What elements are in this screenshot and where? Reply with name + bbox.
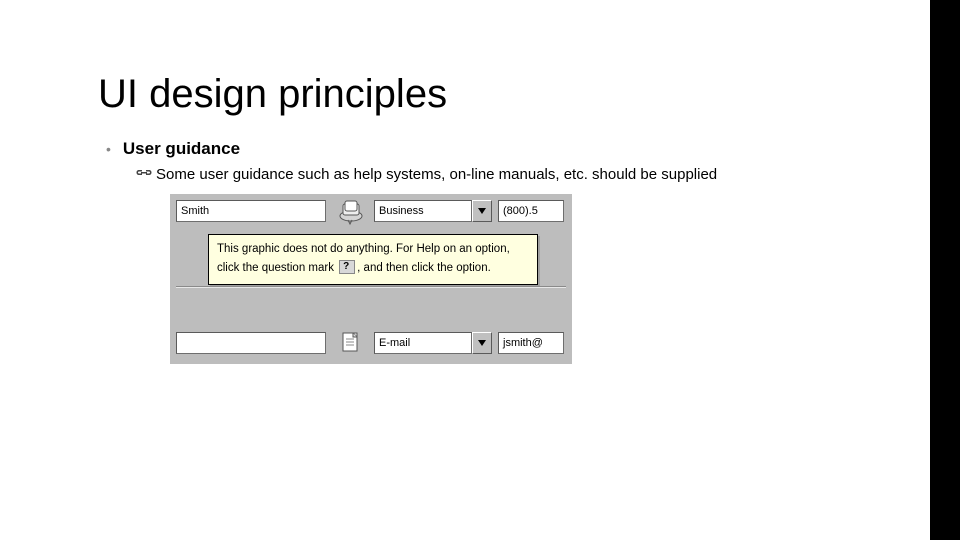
bullet-label: User guidance xyxy=(123,139,240,159)
figure-bottom-row: E-mail jsmith@ xyxy=(176,332,566,358)
dropdown-button[interactable] xyxy=(472,200,492,222)
chevron-down-icon xyxy=(478,340,486,346)
chevron-down-icon xyxy=(478,208,486,214)
bullet-dot-icon: • xyxy=(106,139,111,159)
slide-title: UI design principles xyxy=(98,72,900,117)
tooltip-text-2: , and then click the option. xyxy=(357,262,491,274)
sub-bullet: Some user guidance such as help systems,… xyxy=(136,165,900,183)
dropdown-button-2[interactable] xyxy=(472,332,492,354)
email-label-field[interactable]: E-mail xyxy=(374,332,472,354)
slide: UI design principles • User guidance Som… xyxy=(0,0,960,540)
bullet-item: • User guidance xyxy=(106,139,900,159)
question-mark-icon xyxy=(339,260,355,274)
rolodex-icon[interactable] xyxy=(334,194,368,228)
right-black-bar xyxy=(930,0,960,540)
slide-content: UI design principles • User guidance Som… xyxy=(98,72,900,183)
help-tooltip: This graphic does not do anything. For H… xyxy=(208,234,538,285)
figure-top-row: Smith Business (800).5 xyxy=(176,200,566,226)
name-field[interactable]: Smith xyxy=(176,200,326,222)
email-field[interactable]: jsmith@ xyxy=(498,332,564,354)
phone-field[interactable]: (800).5 xyxy=(498,200,564,222)
link-icon xyxy=(136,167,152,181)
name-field-2[interactable] xyxy=(176,332,326,354)
page-icon[interactable] xyxy=(334,326,368,360)
separator-line xyxy=(176,286,566,288)
example-screenshot: Smith Business (800).5 This graphic does… xyxy=(170,194,572,364)
sub-bullet-text: Some user guidance such as help systems,… xyxy=(156,166,717,183)
type-field[interactable]: Business xyxy=(374,200,472,222)
